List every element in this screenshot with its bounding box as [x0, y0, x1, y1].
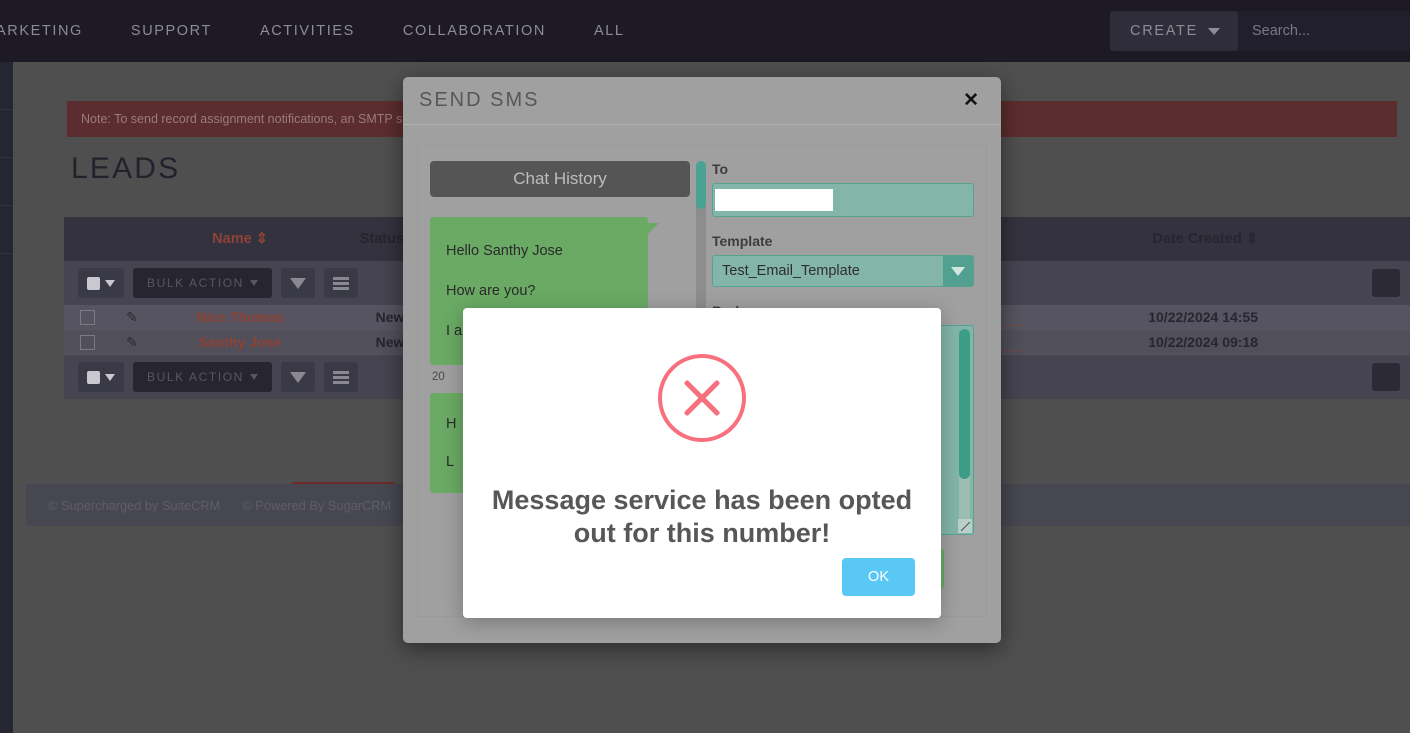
column-header-name-label: Name [212, 231, 252, 247]
alert-dialog: Message service has been opted out for t… [463, 308, 941, 618]
select-all-dropdown-bottom[interactable] [78, 362, 124, 392]
row-name-link[interactable]: Santhy Jose [154, 334, 326, 350]
list-icon [332, 370, 349, 384]
chevron-down-icon [951, 266, 965, 276]
bulk-action-label: BULK ACTION [147, 276, 244, 290]
chevron-down-icon [105, 373, 115, 381]
bulk-action-button-bottom[interactable]: BULK ACTION [133, 362, 272, 392]
checkbox-icon [87, 370, 100, 384]
footer-suitecrm: © Supercharged by SuiteCRM [48, 497, 221, 513]
checkbox-icon [79, 334, 95, 350]
list-icon [332, 276, 349, 290]
top-navigation-bar: ARKETING SUPPORT ACTIVITIES COLLABORATIO… [0, 0, 1410, 62]
pagination-prev-button-bottom[interactable] [1372, 363, 1400, 391]
filter-button[interactable] [280, 268, 315, 298]
nav-item-collaboration[interactable]: COLLABORATION [379, 23, 570, 39]
pagination-prev-button[interactable] [1372, 269, 1400, 297]
rail-segment [0, 62, 13, 110]
chevron-down-icon [105, 279, 115, 287]
row-edit-button[interactable]: ✎ [110, 309, 154, 326]
pencil-icon: ✎ [126, 308, 138, 325]
row-name-link[interactable]: Nice Thomas [154, 309, 326, 325]
create-button-label: CREATE [1130, 23, 1198, 39]
nav-item-support[interactable]: SUPPORT [107, 23, 236, 39]
column-header-date-created[interactable]: Date Created ⇕ [1022, 231, 1272, 247]
footer-sugarcrm: © Powered By SugarCRM [242, 497, 392, 513]
to-field-label: To [712, 161, 729, 177]
to-input[interactable] [712, 183, 974, 217]
close-icon[interactable]: ✕ [957, 87, 985, 114]
page-title: LEADS [71, 152, 181, 185]
row-checkbox[interactable] [64, 334, 110, 350]
chat-scrollbar-thumb[interactable] [696, 161, 706, 209]
template-select-arrow-button[interactable] [943, 256, 973, 286]
rail-segment [0, 206, 13, 254]
sort-icon[interactable]: ⇕ [256, 231, 268, 247]
bulk-action-label-bottom: BULK ACTION [147, 370, 244, 384]
nav-right-group: CREATE Search... [1110, 8, 1410, 54]
error-circle-x-icon [658, 354, 746, 442]
column-chooser-button[interactable] [323, 268, 358, 298]
search-placeholder: Search... [1252, 23, 1311, 39]
select-all-dropdown[interactable] [78, 268, 124, 298]
template-field-label: Template [712, 233, 773, 249]
template-select-value: Test_Email_Template [722, 263, 860, 279]
bulk-action-button[interactable]: BULK ACTION [133, 268, 272, 298]
column-header-date-label: Date Created [1152, 231, 1242, 247]
chevron-down-icon [1208, 27, 1220, 35]
column-header-name[interactable]: Name ⇕ [154, 231, 326, 247]
search-input[interactable]: Search... [1238, 11, 1410, 51]
chevron-down-icon [249, 280, 258, 286]
ok-button[interactable]: OK [842, 558, 915, 596]
row-date-created: 10/22/2024 14:55 [1148, 309, 1258, 325]
checkbox-icon [79, 309, 95, 325]
nav-item-marketing[interactable]: ARKETING [0, 23, 107, 39]
chevron-down-icon [249, 374, 258, 380]
smtp-note-text: Note: To send record assignment notifica… [81, 112, 431, 126]
rail-segment [0, 110, 13, 158]
sms-modal-title: SEND SMS [419, 89, 540, 111]
sort-icon[interactable]: ⇕ [1246, 231, 1258, 247]
nav-item-activities[interactable]: ACTIVITIES [236, 23, 379, 39]
left-sidebar-rail[interactable] [0, 62, 13, 733]
resize-handle[interactable] [958, 519, 972, 533]
template-select[interactable]: Test_Email_Template [712, 255, 974, 287]
nav-item-all[interactable]: ALL [570, 23, 649, 39]
nav-menu: ARKETING SUPPORT ACTIVITIES COLLABORATIO… [0, 23, 649, 39]
row-date-created: 10/22/2024 09:18 [1148, 334, 1258, 350]
create-button[interactable]: CREATE [1110, 11, 1238, 51]
body-scrollbar-thumb[interactable] [959, 329, 970, 479]
body-scrollbar[interactable] [959, 329, 970, 527]
row-checkbox[interactable] [64, 309, 110, 325]
funnel-icon [289, 277, 306, 289]
rail-segment [0, 158, 13, 206]
chat-history-button[interactable]: Chat History [430, 161, 690, 197]
funnel-icon [289, 371, 306, 383]
row-edit-button[interactable]: ✎ [110, 334, 154, 351]
alert-message: Message service has been opted out for t… [491, 485, 913, 549]
chat-message-text: H L [446, 416, 457, 470]
checkbox-icon [87, 276, 100, 290]
pencil-icon: ✎ [126, 333, 138, 350]
column-header-status-label: Status [359, 231, 405, 247]
app-root: ARKETING SUPPORT ACTIVITIES COLLABORATIO… [0, 0, 1410, 733]
sms-modal-header: SEND SMS ✕ [403, 77, 1001, 125]
filter-button-bottom[interactable] [280, 362, 315, 392]
to-input-masked-value [715, 189, 833, 211]
column-chooser-button-bottom[interactable] [323, 362, 358, 392]
